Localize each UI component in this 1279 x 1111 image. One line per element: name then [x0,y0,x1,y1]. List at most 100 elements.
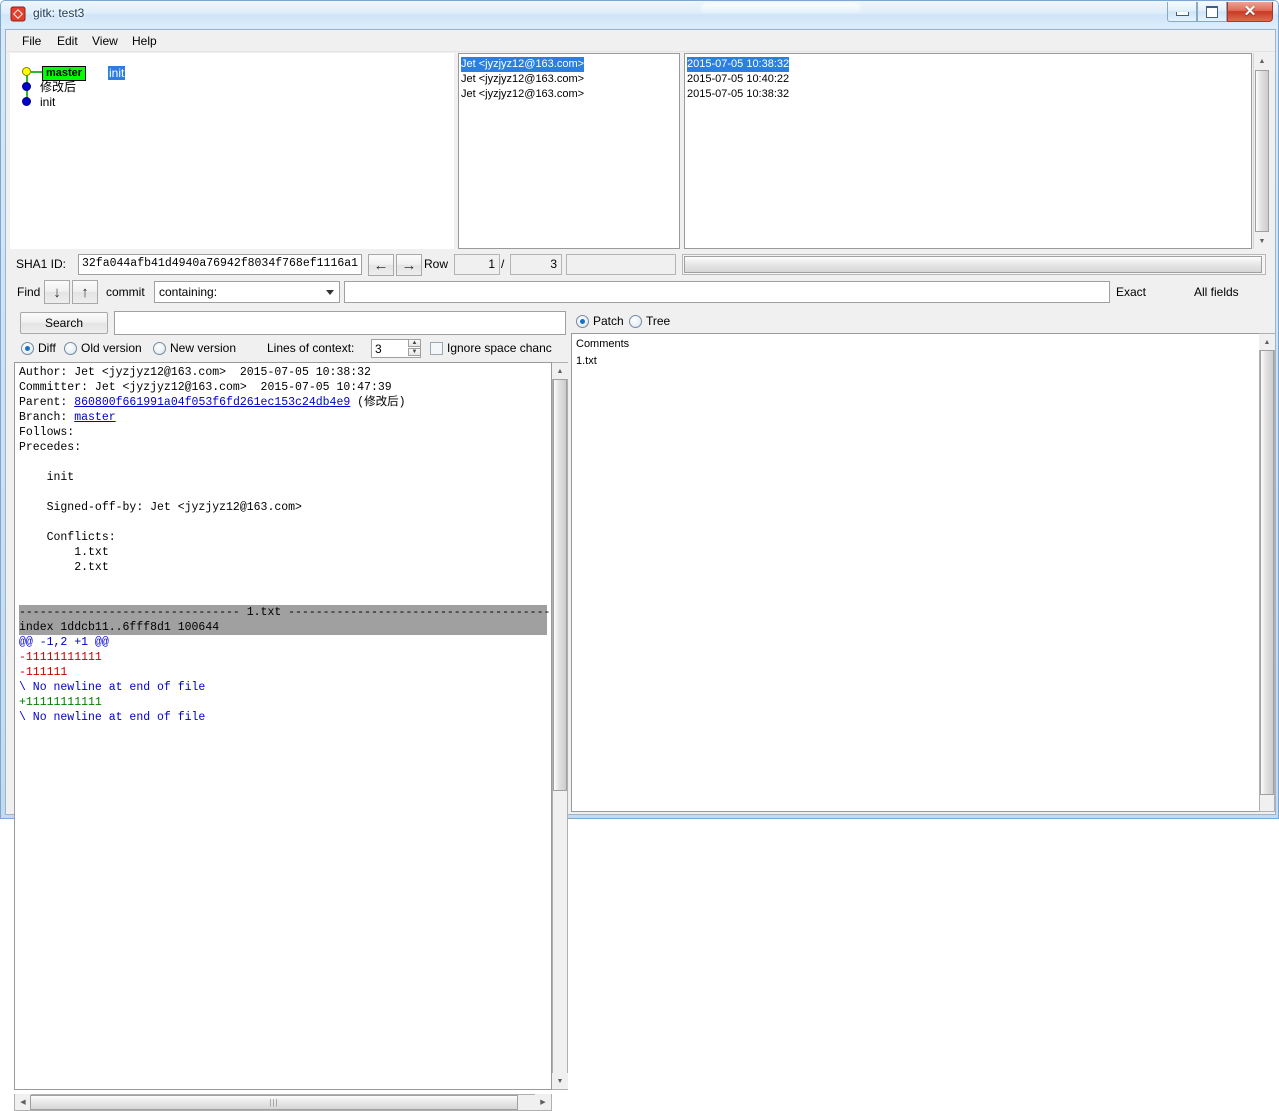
minimize-button[interactable] [1167,2,1197,22]
diff-vertical-scrollbar[interactable]: ▲ ▼ [552,362,568,1090]
date-cell-2[interactable]: 2015-07-05 10:38:32 [687,87,789,102]
menu-view[interactable]: View [86,33,124,49]
diff-file-header: -------------------------------- 1.txt -… [19,605,552,620]
search-button[interactable]: Search [20,312,108,334]
find-next-button[interactable]: ↓ [44,280,70,304]
diff-branch-link[interactable]: master [74,411,115,424]
diff-patch-line-0: -11111111111 [19,651,102,664]
diff-parent-subject: (修改后) [350,396,406,409]
radio-patch[interactable] [576,315,589,328]
diff-scroll-right-arrow-icon[interactable]: ▶ [535,1094,551,1110]
find-row: Find ↓ ↑ commit containing: Exact All fi… [6,279,1275,306]
diff-scroll-down-arrow-icon[interactable]: ▼ [552,1073,568,1089]
author-cell-0[interactable]: Jet <jyzjyz12@163.com> [461,57,585,72]
next-commit-button[interactable]: → [396,254,422,276]
search-input[interactable] [114,311,566,335]
radio-diff[interactable] [21,342,34,355]
radio-old-version[interactable] [64,342,77,355]
ref-label-master[interactable]: master [42,66,87,81]
maximize-button[interactable] [1197,2,1227,22]
diff-message-line-1: init [19,471,75,484]
diff-precedes-line: Precedes: [19,441,82,454]
diff-scrollbar-thumb-horizontal[interactable]: ||| [30,1095,518,1110]
radio-diff-label: Diff [38,341,56,355]
commit-list-vertical-scrollbar[interactable]: ▲ ▼ [1253,53,1270,249]
gitk-app-icon [10,6,26,22]
find-scope-label[interactable]: commit [106,285,145,299]
file-list-item-comments[interactable]: Comments [574,336,1257,353]
sha1-input[interactable]: 32fa044afb41d4940a76942f8034f768ef1116a1 [78,254,362,275]
commit-list-area: master init 修改后 init Jet <jyzjyz12@163.c… [10,53,1273,249]
commit-row-2[interactable]: init [10,95,450,110]
diff-parent-sha-link[interactable]: 860800f661991a04f053f6fd261ec153c24db4e9 [74,396,350,409]
author-cell-1[interactable]: Jet <jyzjyz12@163.com> [461,72,584,87]
find-field-scope-dropdown[interactable]: All fields [1190,281,1274,303]
row-current-field[interactable]: 1 [454,254,500,275]
commit-headline-1[interactable]: 修改后 [40,80,76,94]
menu-edit[interactable]: Edit [51,33,84,49]
ignore-space-change-label: Ignore space chanc [447,341,552,355]
find-match-mode-label: Exact [1116,285,1147,299]
file-list-item-1txt[interactable]: 1.txt [574,353,1257,370]
file-list-pane: Patch Tree Comments 1.txt ▲ [569,308,1275,812]
commit-row-0[interactable]: master init [10,65,450,81]
diff-scroll-left-arrow-icon[interactable]: ◀ [15,1094,31,1110]
radio-old-version-label: Old version [81,341,142,355]
diff-horizontal-scrollbar[interactable]: ◀ ||| ▶ [14,1094,552,1111]
commit-graph-pane[interactable]: master init 修改后 init [10,53,454,249]
row-extra-field[interactable] [566,254,676,275]
diff-message-line-7: 2.txt [19,561,109,574]
menu-file[interactable]: File [16,33,47,49]
scrollbar-thumb[interactable] [1255,70,1269,232]
close-button[interactable]: ✕ [1227,2,1273,22]
radio-new-version[interactable] [153,342,166,355]
find-containing-dropdown[interactable]: containing: [154,281,340,303]
lines-of-context-decrement[interactable]: ▼ [408,348,421,356]
scroll-up-arrow-icon[interactable]: ▲ [1254,53,1270,69]
diff-scrollbar-thumb[interactable] [553,379,567,791]
find-label: Find [17,285,41,299]
radio-patch-label: Patch [593,314,624,328]
radio-tree[interactable] [629,315,642,328]
author-cell-2[interactable]: Jet <jyzjyz12@163.com> [461,87,584,102]
radio-new-version-label: New version [170,341,237,355]
lines-of-context-label: Lines of context: [267,341,355,355]
author-column-pane[interactable]: Jet <jyzjyz12@163.com> Jet <jyzjyz12@163… [458,53,680,249]
close-x-glyph: ✕ [1243,3,1257,20]
diff-index-line: index 1ddcb11..6fff8d1 100644 [19,620,547,635]
menu-bar: File Edit View Help [6,30,1275,52]
date-column-pane[interactable]: 2015-07-05 10:38:32 2015-07-05 10:40:22 … [684,53,1252,249]
scrollbar-thumb-horizontal[interactable] [684,256,1262,273]
file-list-vertical-scrollbar[interactable]: ▲ [1259,333,1275,812]
file-list-item-label: Comments [576,338,630,350]
diff-hunk-header: @@ -1,2 +1 @@ [19,636,109,649]
diff-parent-label: Parent: [19,396,75,409]
row-label: Row [424,257,449,271]
ignore-space-change-checkbox[interactable] [430,342,443,355]
commit-row-1[interactable]: 修改后 [10,80,450,95]
find-previous-button[interactable]: ↑ [72,280,98,304]
commit-headline-0[interactable]: init [108,66,126,80]
file-list[interactable]: Comments 1.txt [571,333,1259,812]
diff-patch-line-4: \ No newline at end of file [19,711,206,724]
find-field-scope-label: All fields [1194,285,1239,299]
date-cell-1[interactable]: 2015-07-05 10:40:22 [687,72,789,87]
file-list-scrollbar-thumb[interactable] [1260,350,1274,795]
arrow-right-icon: → [401,256,417,274]
find-input[interactable] [344,281,1110,303]
commit-node-icon [22,97,31,106]
find-match-mode-dropdown[interactable]: Exact [1112,281,1184,303]
menu-help[interactable]: Help [126,33,163,49]
previous-commit-button[interactable]: ← [368,254,394,276]
date-cell-0[interactable]: 2015-07-05 10:38:32 [687,57,790,72]
titlebar-glass-highlight [701,3,861,15]
diff-text-view[interactable]: Author: Jet <jyzjyz12@163.com> 2015-07-0… [14,362,552,1090]
diff-scroll-up-arrow-icon[interactable]: ▲ [552,363,568,379]
commit-node-icon [22,82,31,91]
commit-list-horizontal-scrollbar[interactable] [682,254,1266,275]
lines-of-context-increment[interactable]: ▲ [408,339,421,347]
file-list-scroll-up-arrow-icon[interactable]: ▲ [1259,334,1275,350]
commit-headline-2[interactable]: init [40,95,55,109]
chevron-down-icon [326,290,334,295]
scroll-down-arrow-icon[interactable]: ▼ [1254,233,1270,249]
